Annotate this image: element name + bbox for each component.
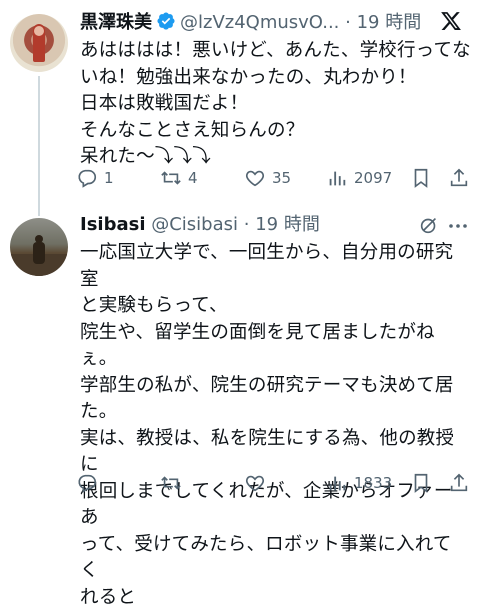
timestamp[interactable]: 19 時間 <box>357 12 422 33</box>
text-line: あはははは！悪いけど、あんた、学校行ってな <box>80 38 472 65</box>
action-bar: 1833 <box>76 470 470 496</box>
bookmark-button[interactable] <box>410 165 432 191</box>
share-icon <box>448 167 470 189</box>
text-line: 一応国立大学で、一回生から、自分用の研究室 <box>80 240 464 293</box>
view-count: 2097 <box>354 169 392 187</box>
repost-count: 4 <box>188 169 198 187</box>
x-logo-icon[interactable] <box>440 10 462 32</box>
text-line: と実験もらって、 <box>80 293 464 320</box>
grok-icon[interactable] <box>418 214 440 236</box>
share-icon <box>448 472 470 494</box>
text-line: た。 <box>80 399 464 426</box>
bookmark-icon <box>410 167 432 189</box>
repost-icon <box>160 472 182 494</box>
text-line: いね！勉強出来なかったの、丸わかり！ <box>80 65 472 92</box>
tweet-header: 黒澤珠美 @lzVz4QmusvO... · 19 時間 <box>80 10 470 36</box>
author-handle[interactable]: @lzVz4QmusvO... <box>180 12 339 33</box>
like-icon <box>244 472 266 494</box>
reply-button[interactable] <box>76 470 104 496</box>
like-button[interactable]: 35 <box>244 165 291 191</box>
tweet-text: あはははは！悪いけど、あんた、学校行ってな いね！勉強出来なかったの、丸わかり！… <box>80 38 472 171</box>
bookmark-icon <box>410 472 432 494</box>
text-line: 日本は敗戦国だよ！ <box>80 91 472 118</box>
text-line: そんなことさえ知らんの？ <box>80 118 472 145</box>
views-icon <box>326 472 348 494</box>
view-count: 1833 <box>354 474 392 492</box>
tweet-header: Isibasi @Cisibasi · 19 時間 <box>80 212 470 238</box>
timestamp[interactable]: 19 時間 <box>255 214 320 235</box>
reply-count: 1 <box>104 169 114 187</box>
like-count: 35 <box>272 169 291 187</box>
separator-dot: · <box>238 214 255 235</box>
tweet-text: 一応国立大学で、一回生から、自分用の研究室 と実験もらって、 院生や、留学生の面… <box>80 240 464 611</box>
repost-button[interactable] <box>160 470 188 496</box>
reply-button[interactable]: 1 <box>76 165 114 191</box>
text-line: れると <box>80 585 464 611</box>
like-button[interactable] <box>244 470 272 496</box>
like-icon <box>244 167 266 189</box>
text-line: って、受けてみたら、ロボット事業に入れてく <box>80 532 464 585</box>
text-line: 院生や、留学生の面倒を見て居ましたがねぇ。 <box>80 320 464 373</box>
repost-icon <box>160 167 182 189</box>
tweet[interactable]: 黒澤珠美 @lzVz4QmusvO... · 19 時間 あはははは！悪いけど、あ… <box>0 0 480 204</box>
avatar[interactable] <box>10 14 68 72</box>
views-button[interactable]: 1833 <box>326 470 392 496</box>
avatar[interactable] <box>10 218 68 276</box>
separator-dot: · <box>339 12 356 33</box>
verified-badge-icon <box>156 11 176 39</box>
share-button[interactable] <box>448 470 470 496</box>
repost-button[interactable]: 4 <box>160 165 198 191</box>
share-button[interactable] <box>448 165 470 191</box>
reply-icon <box>76 472 98 494</box>
bookmark-button[interactable] <box>410 470 432 496</box>
views-icon <box>326 167 348 189</box>
views-button[interactable]: 2097 <box>326 165 392 191</box>
author-name[interactable]: 黒澤珠美 <box>80 12 152 33</box>
more-icon[interactable] <box>446 214 470 238</box>
reply-icon <box>76 167 98 189</box>
tweet[interactable]: Isibasi @Cisibasi · 19 時間 一応国立大学で、一回生から、… <box>0 204 480 506</box>
action-bar: 1 4 35 2097 <box>76 165 470 191</box>
author-name[interactable]: Isibasi <box>80 214 146 235</box>
text-line: 学部生の私が、院生の研究テーマも決めて居 <box>80 373 464 400</box>
author-handle[interactable]: @Cisibasi <box>151 214 238 235</box>
